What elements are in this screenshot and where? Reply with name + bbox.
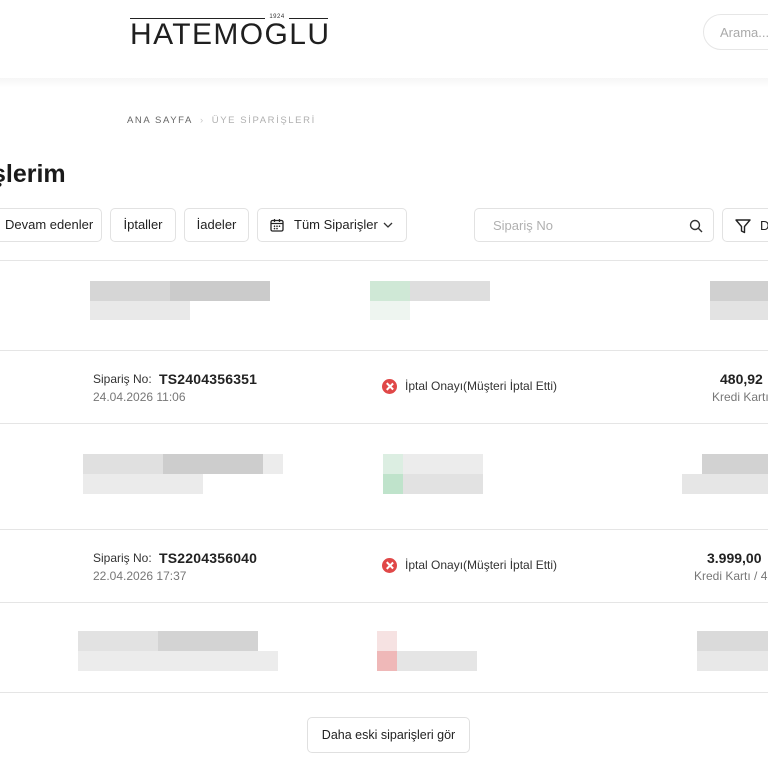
redacted-block [697,651,768,671]
filter-button[interactable]: D [722,208,768,242]
order-row[interactable]: Sipariş No: TS2404356351 24.04.2026 11:0… [0,351,768,423]
search-icon[interactable] [689,219,703,233]
redacted-block [90,281,170,301]
redacted-block [397,651,477,671]
cancel-status-icon [382,379,397,394]
redacted-block [370,301,410,320]
order-status: İptal Onayı(Müşteri İptal Etti) [405,379,558,393]
payment-method: Kredi Kartı / 4 [694,569,768,583]
redacted-block [702,454,768,474]
order-row-redacted[interactable] [0,603,768,692]
order-row-redacted[interactable] [0,424,768,529]
filter-cancels-button[interactable]: İptaller [110,208,176,242]
redacted-block [710,281,768,301]
breadcrumb-home[interactable]: ANA SAYFA [127,115,193,126]
redacted-block [170,281,270,301]
page-title: şlerim [0,160,66,188]
all-orders-label: Tüm Siparişler [294,217,378,232]
cancel-status-icon [382,558,397,573]
order-status: İptal Onayı(Müşteri İptal Etti) [405,558,558,572]
redacted-block [83,474,203,494]
redacted-block [90,301,190,320]
order-amount: 480,92 [720,371,763,387]
order-number-label: Sipariş No: [93,372,152,386]
filter-ongoing-label: Devam edenler [5,217,94,232]
brand-logo-text[interactable]: HATEMOGLU [130,19,330,51]
redacted-block [158,631,258,651]
filter-label: D [760,218,768,233]
breadcrumb: ANA SAYFA › ÜYE SİPARİŞLERİ [127,115,316,126]
calendar-icon [270,219,284,232]
filter-returns-label: İadeler [196,217,237,232]
redacted-block [383,454,403,474]
payment-method: Kredi Kartı [712,390,768,404]
redacted-block [78,651,278,671]
redacted-block [83,454,163,474]
redacted-block [78,631,158,651]
row-divider [0,692,768,693]
order-number-input[interactable] [491,217,675,234]
filter-icon [735,219,751,234]
breadcrumb-separator: › [199,115,205,126]
order-amount: 3.999,00 [707,550,762,566]
order-number: TS2404356351 [159,371,258,387]
filter-returns-button[interactable]: İadeler [184,208,249,242]
redacted-block [710,301,768,320]
order-number-label: Sipariş No: [93,551,152,565]
filter-cancels-label: İptaller [123,217,163,232]
order-date: 22.04.2026 17:37 [93,569,187,583]
order-row[interactable]: Sipariş No: TS2204356040 22.04.2026 17:3… [0,530,768,602]
load-older-orders-button[interactable]: Daha eski siparişleri gör [307,717,470,753]
redacted-block [163,454,263,474]
redacted-block [403,474,483,494]
site-search-placeholder: Arama... [720,25,768,40]
all-orders-dropdown[interactable]: Tüm Siparişler [257,208,407,242]
redacted-block [410,281,490,301]
redacted-block [403,454,483,474]
redacted-block [370,281,410,301]
redacted-block [263,454,283,474]
redacted-block [682,474,768,494]
redacted-block [383,474,403,494]
redacted-block [377,631,397,651]
chevron-down-icon [383,222,393,228]
order-number-search [474,208,714,242]
order-number: TS2204356040 [159,550,258,566]
order-row-redacted[interactable] [0,261,768,350]
site-header [0,0,768,78]
breadcrumb-current: ÜYE SİPARİŞLERİ [211,115,316,126]
filter-ongoing-button[interactable]: Devam edenler [0,208,102,242]
header-shadow [0,78,768,88]
site-search-input[interactable]: Arama... [703,14,768,50]
order-date: 24.04.2026 11:06 [93,390,186,404]
redacted-block [377,651,397,671]
redacted-block [697,631,768,651]
